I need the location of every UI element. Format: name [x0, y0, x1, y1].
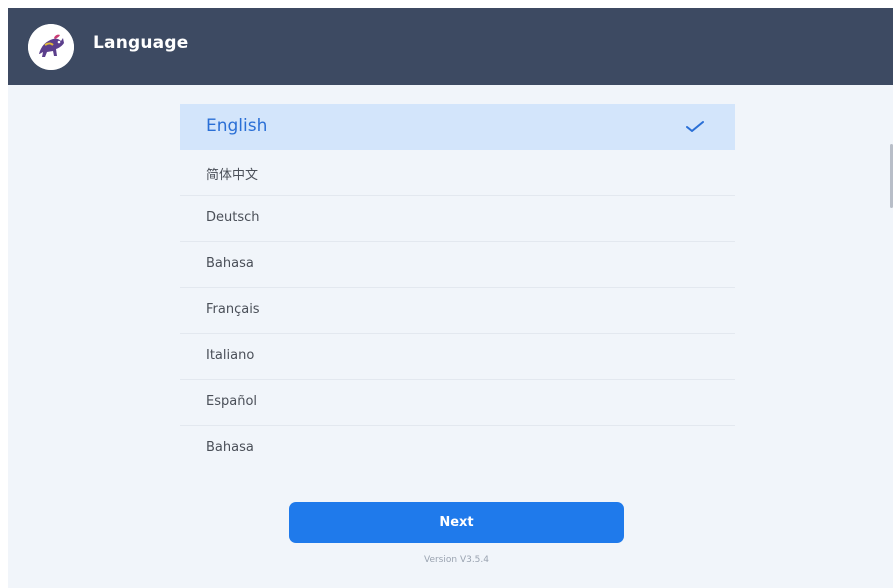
language-option-francais[interactable]: Français: [180, 288, 735, 334]
checkmark-icon: [686, 121, 704, 132]
language-label: Español: [206, 394, 258, 409]
language-option-simplified-chinese[interactable]: 简体中文: [180, 150, 735, 196]
language-label: Français: [206, 302, 260, 317]
language-label: Deutsch: [206, 210, 260, 225]
app-logo: [28, 24, 74, 70]
language-label: 简体中文: [206, 168, 259, 183]
language-label: English: [206, 116, 268, 136]
version-label: Version V3.5.4: [423, 555, 489, 565]
language-option-italiano[interactable]: Italiano: [180, 334, 735, 380]
language-label: Italiano: [206, 348, 255, 363]
language-label: Bahasa: [206, 256, 254, 271]
header-bar: Language: [8, 8, 893, 85]
language-option-espanol[interactable]: Español: [180, 380, 735, 426]
page-title: Language: [93, 33, 189, 53]
language-label: Bahasa: [206, 440, 254, 455]
next-button[interactable]: Next: [289, 502, 624, 543]
app-window: Language English 简体中文 Deutsch Bahasa Fra…: [8, 8, 893, 588]
language-option-deutsch[interactable]: Deutsch: [180, 196, 735, 242]
language-option-bahasa-2[interactable]: Bahasa: [180, 426, 735, 472]
language-option-bahasa[interactable]: Bahasa: [180, 242, 735, 288]
language-list: English 简体中文 Deutsch Bahasa Français Ita…: [180, 104, 735, 472]
circus-horse-logo-icon: [28, 24, 74, 70]
language-option-english[interactable]: English: [180, 104, 735, 150]
